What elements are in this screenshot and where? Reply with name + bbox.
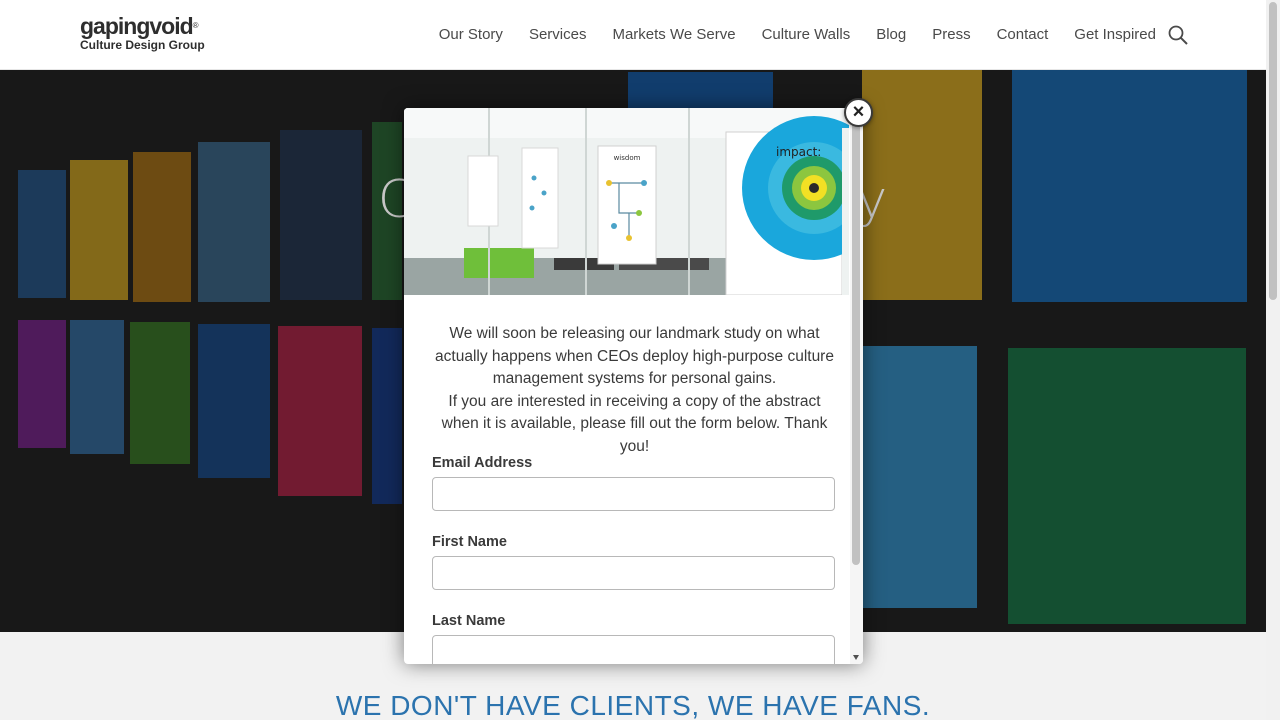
modal-scrollbar[interactable] (850, 108, 863, 664)
nav-services[interactable]: Services (529, 26, 587, 44)
nav-blog[interactable]: Blog (876, 26, 906, 44)
last-name-label: Last Name (432, 613, 506, 629)
nav-contact[interactable]: Contact (997, 26, 1049, 44)
close-icon: × (852, 101, 865, 123)
nav-press[interactable]: Press (932, 26, 970, 44)
last-name-field[interactable] (432, 635, 835, 664)
email-label: Email Address (432, 455, 533, 471)
impact-poster-text: impact: (776, 145, 821, 159)
site-header: gapingvoid® Culture Design Group Our Sto… (0, 0, 1266, 70)
modal-office-image: wisdom impact: (404, 108, 849, 295)
modal-content: wisdom impact: We will soon be releasing… (404, 108, 849, 664)
wisdom-poster-text: wisdom (614, 154, 641, 162)
nav-our-story[interactable]: Our Story (439, 26, 503, 44)
nav-markets-we-serve[interactable]: Markets We Serve (612, 26, 735, 44)
logo-tagline: Culture Design Group (80, 38, 205, 52)
email-field[interactable] (432, 477, 835, 511)
main-nav: Our Story Services Markets We Serve Cult… (439, 26, 1156, 44)
signup-modal: wisdom impact: We will soon be releasing… (404, 108, 863, 664)
page-scrollbar-thumb[interactable] (1269, 2, 1277, 300)
first-name-field[interactable] (432, 556, 835, 590)
logo-name: gapingvoid® (80, 13, 199, 39)
modal-intro-request: If you are interested in receiving a cop… (441, 392, 828, 455)
scroll-down-arrow-icon[interactable] (853, 655, 859, 660)
modal-intro: We will soon be releasing our landmark s… (432, 323, 837, 458)
logo[interactable]: gapingvoid® Culture Design Group (80, 13, 205, 52)
nav-culture-walls[interactable]: Culture Walls (762, 26, 851, 44)
modal-scrollbar-thumb[interactable] (852, 110, 860, 565)
search-icon[interactable] (1167, 24, 1189, 46)
close-button[interactable]: × (844, 98, 873, 127)
nav-get-inspired[interactable]: Get Inspired (1074, 26, 1156, 44)
page-scrollbar[interactable] (1266, 0, 1280, 720)
first-name-label: First Name (432, 534, 507, 550)
modal-intro-study: We will soon be releasing our landmark s… (435, 325, 834, 387)
